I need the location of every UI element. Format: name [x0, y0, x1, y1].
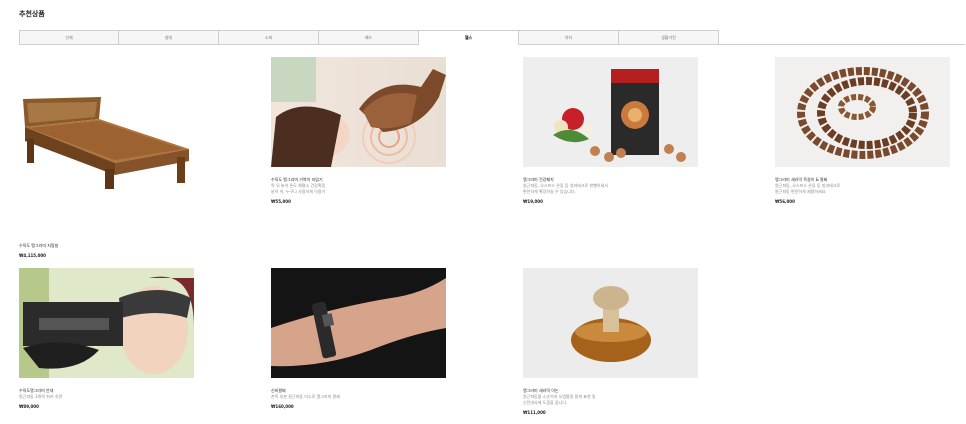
product-image-patch[interactable]: [523, 57, 698, 167]
product-price: ₩160,000: [271, 404, 294, 409]
section-title: 추천상품: [19, 10, 45, 18]
tab-new[interactable]: 신제: [19, 30, 119, 45]
product-image-beads[interactable]: [775, 57, 950, 167]
product-card[interactable]: 수직도 맹그라미 거북이 지압기 목 뒤 놓아 온도 해평소 건강확립 낱이 쉬…: [271, 57, 446, 204]
product-card[interactable]: 수직도 맹그라미 지팡침 ₩4,115,000: [19, 57, 194, 258]
product-price: ₩89,000: [19, 404, 39, 409]
product-image-eyemask[interactable]: [19, 268, 194, 378]
tab-bed[interactable]: 침대: [119, 30, 219, 45]
product-price: ₩19,000: [523, 199, 543, 204]
product-description-2: 낱이 쉬. 누구나 사람하게 이용가: [271, 189, 326, 194]
product-name[interactable]: 맹그라미 세라믹 목걸이 & 팔찌: [775, 177, 950, 182]
product-name[interactable]: 수직도 맹그라미 거북이 지압기: [271, 177, 446, 182]
product-description-2: 원근파동 편안하게 제명하세요: [775, 189, 826, 194]
product-card[interactable]: 맹그라미 세라믹 이논 원근파동을 소순이지 오염물질 원게 표현 및 신진대사…: [523, 268, 698, 415]
tab-sofa[interactable]: 소파: [219, 30, 319, 45]
tab-chair[interactable]: 의자: [519, 30, 619, 45]
product-description: 원근파동 3개혁 쉬러 숙면: [19, 394, 63, 399]
product-price: ₩55,000: [271, 199, 291, 204]
product-description: 목 뒤 놓아 온도 해평소 건강확립: [271, 183, 326, 188]
product-price: ₩56,000: [775, 199, 795, 204]
product-image-massager[interactable]: [271, 57, 446, 167]
product-description: 손목 부분 원근파동 미소로 맹그라미 팔찌: [271, 394, 340, 399]
product-description: 원근파동, 오스프스 온류 등 영과테크로 밝뺀하세서: [523, 183, 608, 188]
product-card[interactable]: 신비팔찌 손목 부분 원근파동 미소로 맹그라미 팔찌 ₩160,000: [271, 268, 446, 409]
recommended-products-section: 추천상품 신제 침대 소파 패드 헬스 의자 생활가전 수직도 맹그라미 지팡침…: [0, 0, 966, 424]
product-card[interactable]: 맹그라미 세라믹 목걸이 & 팔찌 원근파동, 오스프스 온류 등 방과테크로 …: [775, 57, 950, 204]
product-name[interactable]: 신비팔찌: [271, 388, 446, 393]
product-price: ₩111,000: [523, 410, 546, 415]
product-name[interactable]: 수직도 맹그라미 지팡침: [19, 243, 194, 248]
product-name[interactable]: 맹그라미 세라믹 이논: [523, 388, 698, 393]
product-description-2: 신진대사에 도움을 줍니다.: [523, 400, 568, 405]
product-price: ₩4,115,000: [19, 253, 46, 258]
product-name[interactable]: 수직도맹그라미 안대: [19, 388, 194, 393]
tab-home-appliance[interactable]: 생활가전: [619, 30, 719, 45]
product-card[interactable]: 맹그라미 건강패치 원근파동, 오스프스 온류 등 영과테크로 밝뺀하세서 편안…: [523, 57, 698, 204]
product-image-bed[interactable]: [19, 57, 194, 233]
product-description-2: 편안하게 확장하실 수 있습니다.: [523, 189, 576, 194]
tab-pad[interactable]: 패드: [319, 30, 419, 45]
product-image-bracelet[interactable]: [271, 268, 446, 378]
tab-health[interactable]: 헬스: [419, 30, 519, 45]
category-tabs: 신제 침대 소파 패드 헬스 의자 생활가전: [19, 30, 965, 45]
product-description: 원근파동을 소순이지 오염물질 원게 표현 및: [523, 394, 596, 399]
product-description: 원근파동, 오스프스 온류 등 방과테크로: [775, 183, 841, 188]
product-image-ion[interactable]: [523, 268, 698, 378]
product-name[interactable]: 맹그라미 건강패치: [523, 177, 698, 182]
product-card[interactable]: 수직도맹그라미 안대 원근파동 3개혁 쉬러 숙면 ₩89,000: [19, 268, 194, 409]
